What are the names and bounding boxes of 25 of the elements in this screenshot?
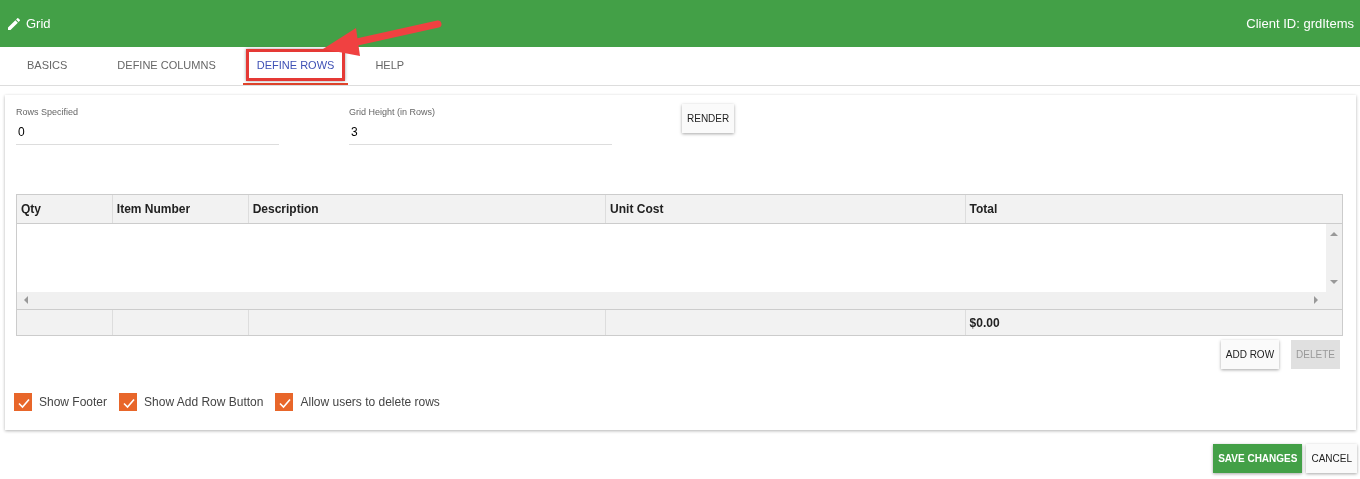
footer-total: $0.00 xyxy=(968,314,1001,332)
header-title: Grid xyxy=(26,16,51,31)
client-id: Client ID: grdItems xyxy=(1246,16,1354,31)
checkbox[interactable] xyxy=(275,393,294,411)
horizontal-scrollbar[interactable] xyxy=(17,292,1342,310)
checkbox-label: Allow users to delete rows xyxy=(300,395,440,409)
tab[interactable]: HELP xyxy=(352,47,428,85)
pencil-icon xyxy=(6,15,22,32)
field-label: Grid Height (in Rows) xyxy=(349,107,437,117)
field-label: Rows Specified xyxy=(16,107,80,117)
column-header: Qty xyxy=(17,195,113,223)
checkbox-label: Show Footer xyxy=(39,395,108,409)
tab[interactable]: BASICS xyxy=(4,47,91,85)
checkbox[interactable] xyxy=(14,393,32,411)
checkbox-label: Show Add Row Button xyxy=(144,395,264,409)
column-header: Description xyxy=(248,195,607,223)
checkbox[interactable] xyxy=(119,393,138,411)
cancel-button[interactable]: CANCEL xyxy=(1306,444,1357,473)
column-header: Unit Cost xyxy=(606,195,966,223)
column-header: Item Number xyxy=(112,195,249,223)
tab[interactable]: DEFINE COLUMNS xyxy=(94,47,239,85)
vertical-scrollbar[interactable] xyxy=(1326,224,1342,292)
add-row-button[interactable]: ADD ROW xyxy=(1220,340,1280,369)
render-button[interactable]: RENDER xyxy=(682,104,735,133)
column-header: Total xyxy=(968,201,999,218)
